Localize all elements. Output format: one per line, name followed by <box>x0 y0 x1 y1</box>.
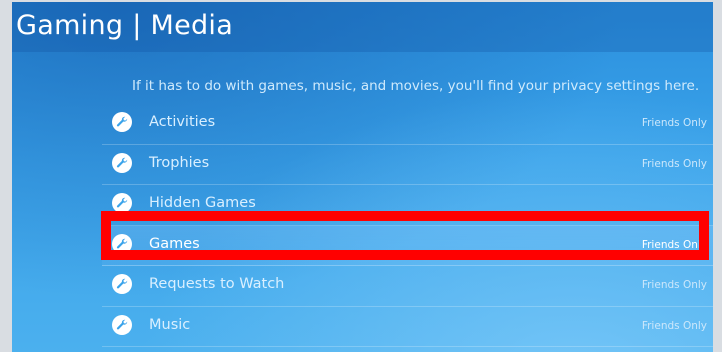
setting-value: Friends Only <box>641 319 707 332</box>
page-description: If it has to do with games, music, and m… <box>132 78 700 94</box>
highlight-annotation-box <box>101 211 709 260</box>
wrench-icon <box>112 274 132 294</box>
page-title: Gaming | Media <box>16 10 234 41</box>
setting-row-music[interactable]: Music Friends Only <box>102 307 713 347</box>
setting-row-trophies[interactable]: Trophies Friends Only <box>102 145 713 185</box>
header-bar: Gaming | Media <box>12 2 713 52</box>
setting-value: Friends Only <box>641 279 707 291</box>
wrench-icon <box>112 112 132 132</box>
setting-label: Activities <box>149 114 216 130</box>
wrench-icon <box>112 314 132 335</box>
setting-label: Trophies <box>149 154 210 171</box>
setting-value: Friends Only <box>641 157 707 170</box>
setting-label: Hidden Games <box>149 195 256 211</box>
wrench-icon <box>112 193 132 213</box>
setting-label: Music <box>149 316 191 333</box>
setting-label: Requests to Watch <box>149 276 285 292</box>
setting-row-activities[interactable]: Activities Friends Only <box>102 104 713 145</box>
ps4-settings-screen: Gaming | Media If it has to do with game… <box>12 2 713 352</box>
setting-value: Friends Only <box>641 117 707 129</box>
wrench-icon <box>112 152 132 173</box>
setting-row-requests-to-watch[interactable]: Requests to Watch Friends Only <box>102 266 713 307</box>
